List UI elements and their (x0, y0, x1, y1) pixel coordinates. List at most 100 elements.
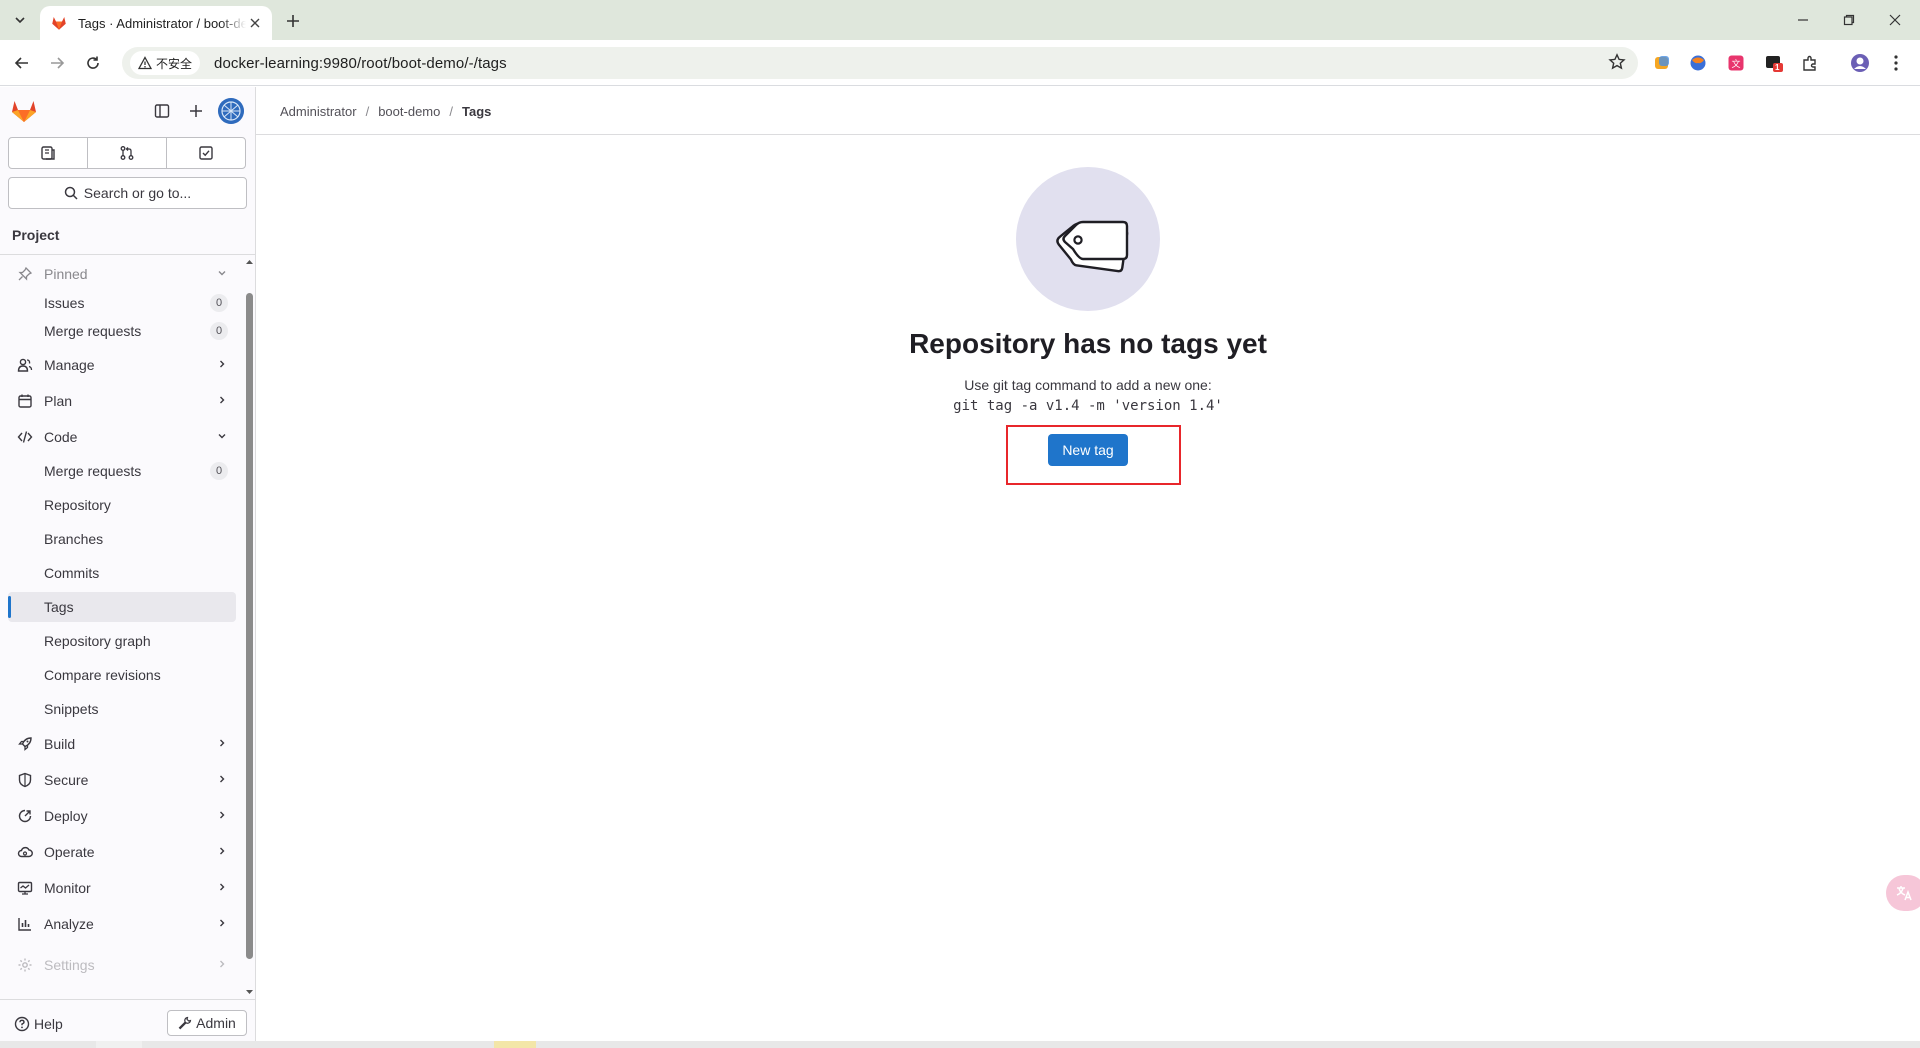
nav-section-manage[interactable]: Manage (8, 350, 236, 380)
nav-item-compare-revisions[interactable]: Compare revisions (8, 660, 236, 690)
gitlab-logo[interactable] (10, 97, 38, 123)
new-tab-button[interactable] (280, 8, 306, 34)
forward-button[interactable] (44, 50, 70, 76)
breadcrumb-item-administrator[interactable]: Administrator (280, 104, 357, 119)
search-button[interactable]: Search or go to... (8, 177, 247, 209)
nav-section-deploy[interactable]: Deploy (8, 801, 236, 831)
nav-section-operate[interactable]: Operate (8, 837, 236, 867)
todo-list-button[interactable] (166, 137, 246, 169)
nav-item-branches[interactable]: Branches (8, 524, 236, 554)
reload-button[interactable] (80, 50, 106, 76)
empty-state-title: Repository has no tags yet (909, 328, 1267, 359)
url-text[interactable]: docker-learning:9980/root/boot-demo/-/ta… (214, 55, 507, 72)
window-restore-button[interactable] (1826, 0, 1872, 40)
pin-icon (16, 265, 34, 283)
chevron-right-icon (216, 881, 228, 893)
nav-section-secure[interactable]: Secure (8, 765, 236, 795)
user-avatar[interactable] (218, 98, 244, 124)
gitlab-favicon-icon (52, 17, 66, 30)
tab-search-button[interactable] (8, 8, 32, 32)
security-chip[interactable]: 不安全 (130, 51, 201, 75)
floating-translate-button[interactable] (1886, 875, 1920, 911)
extension-badge-icon[interactable]: 1 (1764, 53, 1784, 73)
chevron-right-icon (216, 358, 228, 370)
sidebar-nav: Pinned Issues 0 Merge requests 0 Manage … (0, 255, 244, 999)
sidebar-header (0, 87, 255, 135)
new-tag-button[interactable]: New tag (1048, 434, 1128, 466)
gitlab-sidebar: Search or go to... Project Pinned Issues… (0, 87, 256, 1048)
nav-item-repository-graph[interactable]: Repository graph (8, 626, 236, 656)
security-label: 不安全 (156, 56, 193, 71)
window-minimize-button[interactable] (1780, 0, 1826, 40)
nav-section-build[interactable]: Build (8, 729, 236, 759)
collapse-sidebar-button[interactable] (148, 97, 176, 125)
cloud-icon (16, 843, 34, 861)
nav-section-analyze[interactable]: Analyze (8, 909, 236, 939)
breadcrumb-item-current[interactable]: Tags (462, 104, 491, 119)
merge-request-icon (120, 146, 134, 160)
extensions-menu-button[interactable] (1800, 53, 1820, 73)
scroll-down-icon (246, 990, 253, 994)
plus-icon (287, 15, 299, 27)
extension-orange-icon[interactable] (1652, 53, 1672, 73)
warning-icon (138, 56, 152, 70)
nav-item-issues[interactable]: Issues 0 (8, 288, 236, 318)
nav-item-commits[interactable]: Commits (8, 558, 236, 588)
chart-icon (16, 915, 34, 933)
back-button[interactable] (9, 50, 35, 76)
nav-item-merge-requests-pinned[interactable]: Merge requests 0 (8, 316, 236, 346)
nav-section-pinned[interactable]: Pinned (8, 259, 236, 289)
help-button[interactable]: Help (14, 1016, 63, 1032)
admin-label: Admin (196, 1015, 236, 1031)
code-merge-requests-count-badge: 0 (210, 462, 228, 480)
nav-section-monitor[interactable]: Monitor (8, 873, 236, 903)
scrollbar-thumb[interactable] (246, 293, 253, 959)
empty-state-command: git tag -a v1.4 -m 'version 1.4' (953, 398, 1223, 414)
browser-menu-button[interactable] (1886, 53, 1906, 73)
browser-tab-active[interactable]: Tags · Administrator / boot-demo · GitLa… (40, 6, 272, 40)
empty-state-description: Use git tag command to add a new one: (964, 377, 1212, 393)
code-icon (16, 428, 34, 446)
nav-section-plan[interactable]: Plan (8, 386, 236, 416)
nav-item-repository[interactable]: Repository (8, 490, 236, 520)
chevron-right-icon (216, 958, 228, 970)
extension-fox-icon[interactable] (1688, 53, 1708, 73)
nav-item-merge-requests[interactable]: Merge requests 0 (8, 456, 236, 486)
chevron-right-icon (216, 394, 228, 406)
calendar-icon (16, 392, 34, 410)
address-bar[interactable]: 不安全 docker-learning:9980/root/boot-demo/… (122, 47, 1638, 79)
search-icon (64, 186, 78, 200)
sidebar-scrollbar[interactable] (244, 255, 255, 999)
minimize-icon (1798, 19, 1808, 21)
nav-section-settings[interactable]: Settings (8, 950, 236, 980)
profile-avatar[interactable] (1850, 53, 1870, 73)
chevron-right-icon (216, 809, 228, 821)
context-title: Project (12, 227, 60, 243)
taskbar-segment (96, 1041, 142, 1048)
taskbar-edge (0, 1041, 1920, 1048)
breadcrumb-separator: / (449, 104, 453, 119)
reload-icon (87, 56, 99, 69)
nav-item-snippets[interactable]: Snippets (8, 694, 236, 724)
create-new-button[interactable] (182, 97, 210, 125)
taskbar-segment-highlight (494, 1041, 536, 1048)
assigned-issues-button[interactable] (8, 137, 88, 169)
issues-icon (41, 146, 55, 160)
gitlab-logo-icon (12, 101, 36, 122)
profile-icon (1851, 54, 1869, 72)
window-close-button[interactable] (1872, 0, 1918, 40)
plus-icon (190, 105, 202, 117)
nav-item-tags[interactable]: Tags (8, 592, 236, 622)
breadcrumb-item-project[interactable]: boot-demo (378, 104, 440, 119)
chevron-right-icon (216, 773, 228, 785)
bookmark-button[interactable] (1608, 53, 1626, 71)
tab-close-icon[interactable] (246, 14, 264, 32)
extension-translate-icon[interactable]: 文 (1726, 53, 1746, 73)
admin-button[interactable]: Admin (167, 1010, 247, 1036)
restore-icon (1843, 14, 1855, 26)
help-label: Help (34, 1016, 63, 1032)
browser-toolbar: 不安全 docker-learning:9980/root/boot-demo/… (0, 40, 1920, 86)
nav-section-code[interactable]: Code (8, 422, 236, 452)
merge-requests-button[interactable] (87, 137, 167, 169)
help-icon (14, 1016, 30, 1032)
